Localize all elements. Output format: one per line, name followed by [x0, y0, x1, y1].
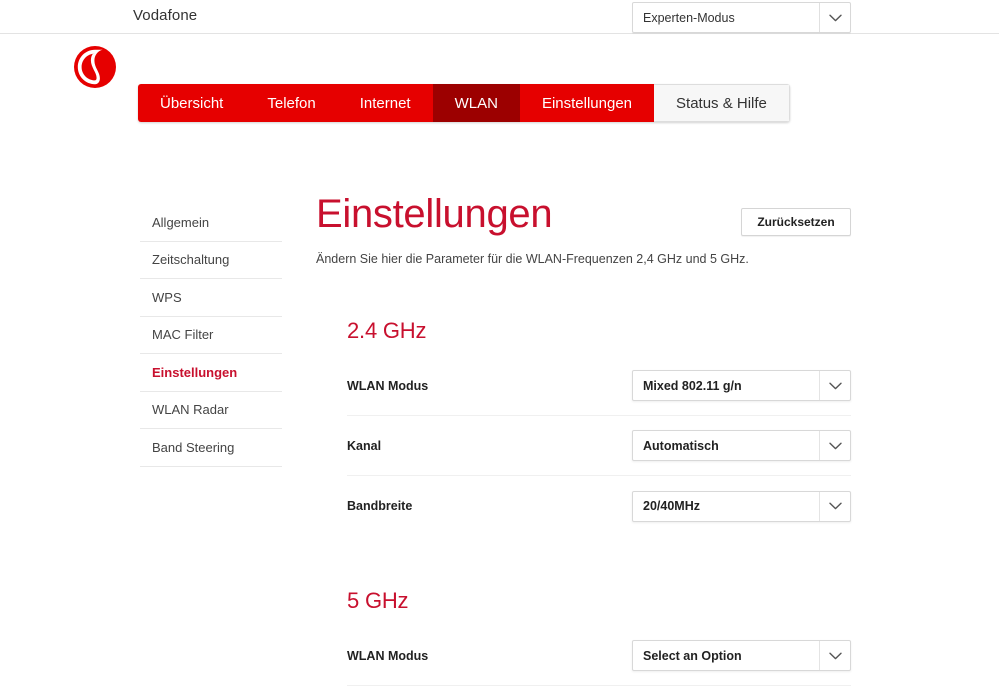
reset-button[interactable]: Zurücksetzen [741, 208, 851, 236]
top-header-bar: Vodafone Experten-Modus [0, 0, 999, 34]
page-subtitle: Ändern Sie hier die Parameter für die WL… [316, 252, 851, 266]
setting-row: WLAN Modus Mixed 802.11 g/n [347, 356, 851, 416]
brand-name: Vodafone [133, 7, 197, 24]
sidebar-item-allgemein[interactable]: Allgemein [140, 204, 282, 242]
nav-tab-telefon[interactable]: Telefon [245, 84, 337, 122]
nav-tab-wlan[interactable]: WLAN [433, 84, 520, 122]
setting-row: Kanal Automatisch [347, 416, 851, 476]
sidebar-item-zeitschaltung[interactable]: Zeitschaltung [140, 242, 282, 280]
settings-rows: WLAN Modus Select an Option KanalAutomatis… [316, 626, 851, 699]
main-nav-tabs: ÜbersichtTelefonInternetWLANEinstellunge… [138, 84, 790, 122]
setting-label: WLAN Modus [347, 649, 428, 663]
setting-dropdown-value: 20/40MHz [633, 492, 819, 521]
main-panel: Einstellungen Zurücksetzen Ändern Sie hi… [316, 194, 851, 699]
setting-row: KanalAutomatisch [347, 686, 851, 699]
section-title: 5 GHz [316, 588, 851, 614]
sidebar-item-einstellungen[interactable]: Einstellungen [140, 354, 282, 392]
setting-dropdown[interactable]: Select an Option [632, 640, 851, 671]
setting-dropdown-value: Select an Option [633, 641, 819, 670]
settings-sections: 2.4 GHz WLAN Modus Mixed 802.11 g/n Kanal Au… [316, 318, 851, 699]
setting-label: WLAN Modus [347, 379, 428, 393]
chevron-down-icon [819, 641, 850, 670]
chevron-down-icon [819, 431, 850, 460]
nav-tab-bersicht[interactable]: Übersicht [138, 84, 245, 122]
setting-label: Kanal [347, 439, 381, 453]
sidebar-item-wps[interactable]: WPS [140, 279, 282, 317]
setting-dropdown[interactable]: 20/40MHz [632, 491, 851, 522]
setting-dropdown-value: Mixed 802.11 g/n [633, 371, 819, 400]
section-title: 2.4 GHz [316, 318, 851, 344]
vodafone-logo-icon [72, 44, 118, 90]
band-section: 5 GHz WLAN Modus Select an Option KanalAuto… [316, 588, 851, 699]
sidebar-item-mac-filter[interactable]: MAC Filter [140, 317, 282, 355]
sidebar-item-wlan-radar[interactable]: WLAN Radar [140, 392, 282, 430]
chevron-down-icon [819, 492, 850, 521]
wlan-sidebar-menu: AllgemeinZeitschaltungWPSMAC FilterEinst… [140, 204, 282, 467]
setting-dropdown[interactable]: Automatisch [632, 430, 851, 461]
settings-rows: WLAN Modus Mixed 802.11 g/n Kanal Automatis… [316, 356, 851, 536]
chevron-down-icon [819, 371, 850, 400]
setting-dropdown[interactable]: Mixed 802.11 g/n [632, 370, 851, 401]
setting-row: WLAN Modus Select an Option [347, 626, 851, 686]
chevron-down-icon [819, 3, 850, 32]
sidebar-item-band-steering[interactable]: Band Steering [140, 429, 282, 467]
nav-tab-einstellungen[interactable]: Einstellungen [520, 84, 654, 122]
setting-dropdown-value: Automatisch [633, 431, 819, 460]
setting-label: Bandbreite [347, 499, 412, 513]
band-section: 2.4 GHz WLAN Modus Mixed 802.11 g/n Kanal Au… [316, 318, 851, 536]
navigation-area: ÜbersichtTelefonInternetWLANEinstellunge… [0, 34, 999, 94]
setting-row: Bandbreite 20/40MHz [347, 476, 851, 536]
mode-select-value: Experten-Modus [633, 3, 819, 32]
nav-tab-internet[interactable]: Internet [338, 84, 433, 122]
mode-select-dropdown[interactable]: Experten-Modus [632, 2, 851, 33]
nav-tab-status-hilfe[interactable]: Status & Hilfe [654, 84, 790, 122]
